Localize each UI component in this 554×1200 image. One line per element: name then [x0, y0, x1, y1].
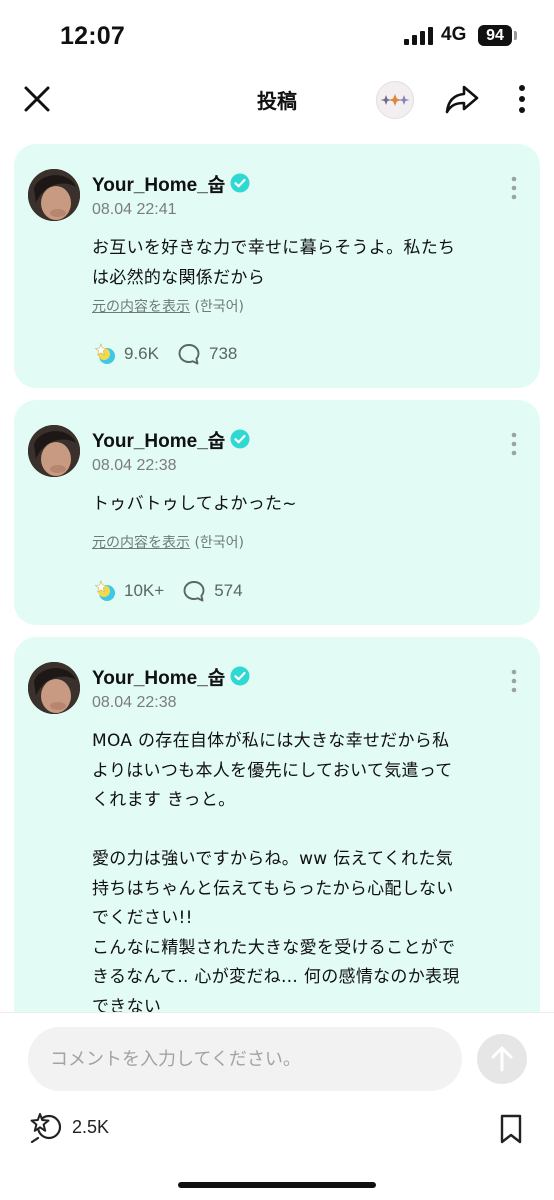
original-language: (한국어) [194, 535, 245, 551]
network-type: 4G [441, 24, 467, 45]
comment-count: 574 [214, 581, 243, 600]
original-language: (한국어) [194, 299, 245, 315]
verified-badge-icon [230, 666, 250, 686]
translate-row: 元の内容を表示 (한국어) [92, 532, 244, 552]
post-like-count: 2.5K [72, 1116, 110, 1137]
comment-bar: 2.5K [0, 1012, 554, 1200]
status-time: 12:07 [60, 22, 125, 50]
post-feed: Your_Home_숩 08.04 22:41 お互いを好きな力で幸せに暮らそう… [0, 130, 554, 1012]
avatar-photo [28, 425, 80, 477]
like-count: 10K+ [124, 581, 165, 600]
post-actions: 10K+ 574 [92, 579, 261, 603]
post-text: お互いを好きな力で幸せに暮らそうよ。私たち は必然的な関係だから [92, 238, 456, 288]
like-count: 9.6K [124, 344, 159, 363]
more-vertical-icon[interactable] [510, 82, 534, 116]
verified-badge-icon [230, 429, 250, 449]
show-original-link[interactable]: 元の内容を表示 [92, 299, 190, 315]
comment-bubble-icon [183, 581, 205, 602]
battery-tip [514, 31, 517, 40]
more-vertical-icon[interactable] [504, 174, 524, 204]
comment-input[interactable] [28, 1027, 462, 1091]
post-timestamp: 08.04 22:41 [92, 201, 177, 218]
post-timestamp: 08.04 22:38 [92, 694, 177, 711]
translate-row: 元の内容を表示 (한국어) [92, 296, 244, 316]
verified-badge-icon [230, 173, 250, 193]
comment-button[interactable]: 738 [177, 342, 237, 366]
light-stick-outline-icon [30, 1113, 62, 1143]
more-vertical-icon[interactable] [504, 430, 524, 460]
share-icon[interactable] [444, 82, 480, 116]
avatar-photo [28, 169, 80, 221]
like-button[interactable]: 10K+ [92, 579, 164, 603]
author-name[interactable]: Your_Home_숩 [92, 170, 225, 197]
comment-bubble-icon [178, 344, 200, 365]
light-stick-icon [94, 580, 115, 601]
bookmark-icon[interactable] [496, 1113, 526, 1145]
light-stick-icon [94, 343, 115, 364]
post-actions: 9.6K 738 [92, 342, 255, 366]
avatar-photo [28, 662, 80, 714]
post-card[interactable]: Your_Home_숩 08.04 22:41 お互いを好きな力で幸せに暮らそう… [14, 144, 540, 388]
more-vertical-icon[interactable] [504, 667, 524, 697]
show-original-link[interactable]: 元の内容を表示 [92, 535, 190, 551]
arrow-up-icon [491, 1046, 513, 1072]
post-card[interactable]: Your_Home_숩 08.04 22:38 トゥバトゥしてよかった~ 元の内… [14, 400, 540, 625]
battery-indicator: 94 [478, 25, 512, 46]
home-indicator[interactable] [178, 1182, 376, 1188]
post-like-button[interactable]: 2.5K [28, 1111, 109, 1143]
comment-count: 738 [208, 344, 238, 363]
avatar[interactable] [28, 425, 80, 477]
post-detail-screen: 12:07 4G 94 投稿 Your_Home_숩 08.04 22:41 お… [0, 0, 554, 1200]
send-button[interactable] [477, 1034, 527, 1084]
status-bar: 12:07 4G 94 [0, 0, 554, 70]
post-text: トゥバトゥしてよかった~ [92, 494, 297, 514]
comment-button[interactable]: 574 [182, 579, 243, 603]
like-button[interactable]: 9.6K [92, 342, 159, 366]
signal-icon [404, 27, 433, 45]
top-nav: 投稿 [0, 70, 554, 130]
post-text: MOA の存在自体が私には大きな幸せだから私 よりはいつも本人を優先にしておいて… [92, 731, 460, 1012]
post-timestamp: 08.04 22:38 [92, 457, 177, 474]
author-name[interactable]: Your_Home_숩 [92, 663, 225, 690]
post-card[interactable]: Your_Home_숩 08.04 22:38 MOA の存在自体が私には大きな… [14, 637, 540, 1012]
avatar[interactable] [28, 662, 80, 714]
community-badge[interactable] [376, 81, 414, 119]
community-logo-icon [380, 94, 410, 106]
author-name[interactable]: Your_Home_숩 [92, 426, 225, 453]
avatar[interactable] [28, 169, 80, 221]
